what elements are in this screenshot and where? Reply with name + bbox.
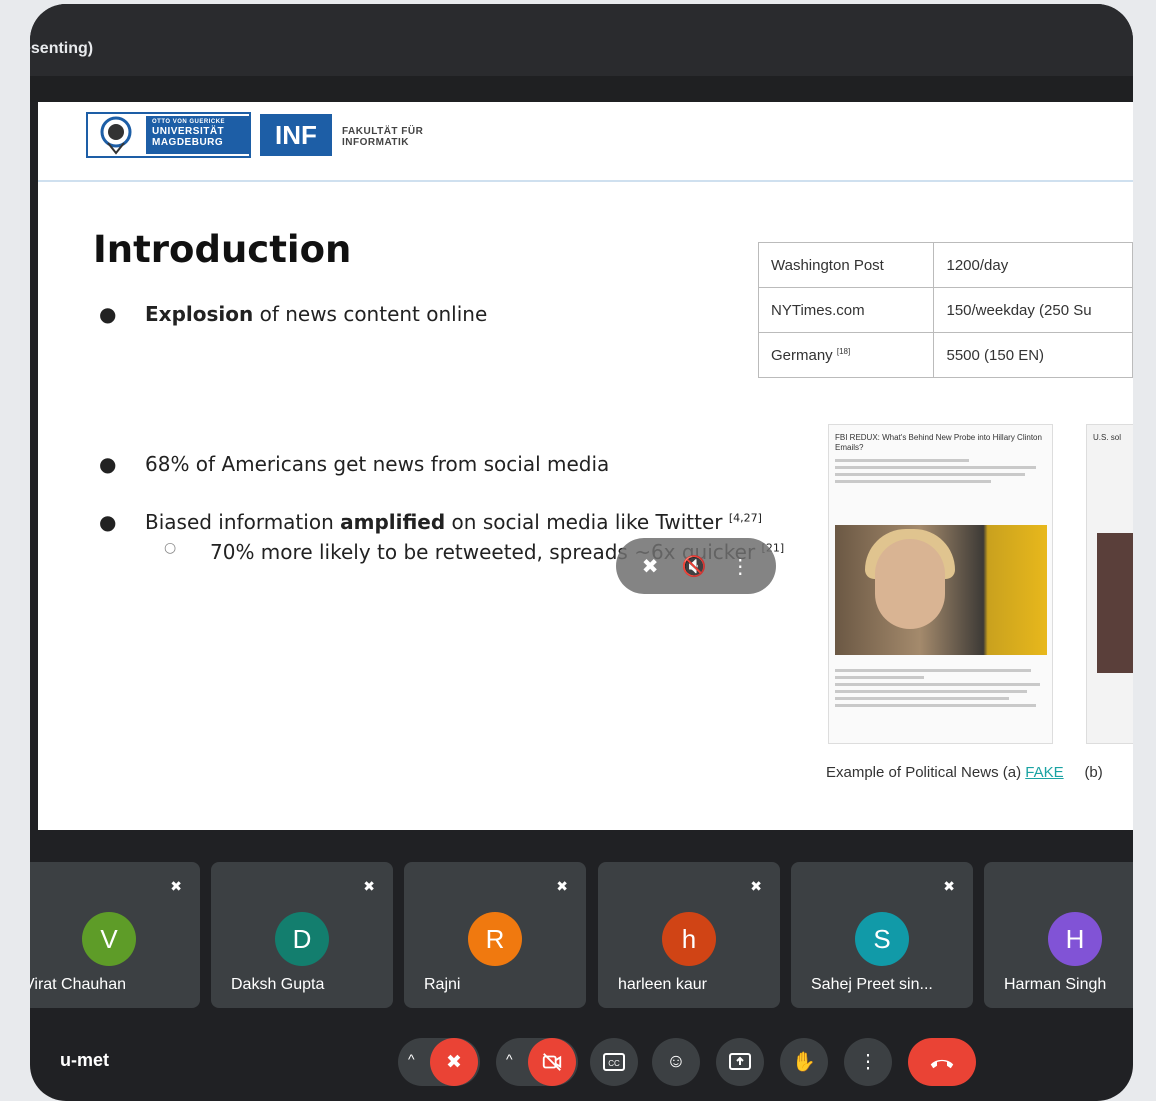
bullet-text: 68% of Americans get news from social me…: [145, 452, 610, 476]
participant-name: Virat Chauhan: [30, 976, 126, 993]
mic-off-icon: ✖: [170, 878, 182, 894]
captions-button[interactable]: CC: [590, 1038, 638, 1086]
avatar: h: [662, 912, 716, 966]
title-divider: [30, 76, 1133, 102]
bullet-text: of news content online: [253, 302, 488, 326]
more-options-icon[interactable]: ⋮: [730, 554, 750, 579]
bullet-text: Biased information: [145, 510, 341, 534]
faculty-line-2: INFORMATIK: [342, 137, 410, 148]
table-row: NYTimes.com 150/weekday (250 Su: [757, 287, 1133, 333]
slide-header: OTTO VON GUERICKE UNIVERSITÄT MAGDEBURG …: [38, 102, 1133, 182]
chevron-up-icon[interactable]: ^: [506, 1051, 513, 1067]
presenting-label: esenting): [30, 40, 94, 57]
bullet-bold: Explosion: [145, 302, 254, 326]
university-top-line: OTTO VON GUERICKE: [152, 119, 226, 125]
news-volume-table: Washington Post 1200/day NYTimes.com 150…: [757, 242, 1133, 378]
bullet-item: ● Explosion of news content online: [99, 302, 488, 326]
article-photo: [835, 525, 1047, 655]
guericke-portrait-icon: [88, 114, 144, 156]
present-icon: [729, 1053, 751, 1070]
participant-name: Sahej Preet sin...: [811, 976, 933, 993]
pin-off-icon[interactable]: ✖: [642, 554, 659, 579]
table-cell: 5500 (150 EN): [933, 332, 1133, 378]
university-logo: OTTO VON GUERICKE UNIVERSITÄT MAGDEBURG: [86, 112, 251, 158]
mic-off-icon: ✖: [446, 1051, 462, 1073]
participant-tile[interactable]: ✖ V Virat Chauhan: [30, 862, 200, 1008]
meeting-code: u-met: [60, 1050, 109, 1070]
captions-icon: CC: [603, 1053, 625, 1071]
article-photo: [1097, 533, 1133, 673]
mic-off-icon: ✖: [943, 878, 955, 894]
faculty-name: FAKULTÄT FÜR INFORMATIK: [342, 126, 442, 148]
fake-link[interactable]: FAKE: [1025, 764, 1063, 781]
university-wordmark: OTTO VON GUERICKE UNIVERSITÄT MAGDEBURG: [146, 116, 249, 154]
present-screen-button[interactable]: [716, 1038, 764, 1086]
table-row: Germany [18] 5500 (150 EN): [757, 332, 1133, 378]
bullet-item: ● Biased information amplified on social…: [99, 510, 762, 534]
leave-call-button[interactable]: [908, 1038, 976, 1086]
participant-tile[interactable]: ✖ R Rajni: [404, 862, 586, 1008]
university-line-1: UNIVERSITÄT: [152, 126, 225, 137]
table-cell: Washington Post: [757, 242, 935, 288]
participant-name: Rajni: [424, 976, 461, 993]
participant-name: Harman Singh: [1004, 976, 1107, 993]
real-news-screenshot: U.S. sol: [1086, 424, 1133, 744]
presentation-slide: OTTO VON GUERICKE UNIVERSITÄT MAGDEBURG …: [38, 102, 1133, 830]
mic-off-icon: ✖: [363, 878, 375, 894]
table-cell: 150/weekday (250 Su: [933, 287, 1133, 333]
hangup-icon: [930, 1059, 954, 1069]
mic-toggle-button[interactable]: ✖: [430, 1038, 478, 1086]
chevron-up-icon[interactable]: ^: [408, 1051, 415, 1067]
bullet-text: on social media like Twitter: [445, 510, 729, 534]
reactions-button[interactable]: ☺: [652, 1038, 700, 1086]
camera-off-icon: [542, 1053, 562, 1071]
more-vert-icon: ⋮: [858, 1051, 878, 1073]
mic-off-icon: ✖: [556, 878, 568, 894]
raise-hand-button[interactable]: ✋: [780, 1038, 828, 1086]
participant-tile[interactable]: ✖ S Sahej Preet sin...: [791, 862, 973, 1008]
meet-window: esenting) OTTO VON GUERICKE UNIVERSITÄT …: [30, 4, 1133, 1101]
table-cell: NYTimes.com: [757, 287, 935, 333]
faculty-logo: INF: [260, 114, 332, 156]
article-headline: U.S. sol: [1093, 433, 1122, 442]
participant-tile[interactable]: ✖ H Harman Singh: [984, 862, 1133, 1008]
table-source: Germany: [771, 346, 837, 364]
participant-name: Daksh Gupta: [231, 976, 325, 993]
more-options-button[interactable]: ⋮: [844, 1038, 892, 1086]
caption-tail: (b): [1084, 764, 1103, 781]
bullet-bold: amplified: [340, 510, 446, 534]
mute-audio-icon[interactable]: 🔇: [682, 554, 707, 579]
avatar: S: [855, 912, 909, 966]
table-row: Washington Post 1200/day: [757, 242, 1133, 288]
presenter-overlay-controls: ✖ 🔇 ⋮: [616, 538, 776, 594]
presenting-title-bar: esenting): [30, 4, 1133, 76]
participant-tile[interactable]: ✖ D Daksh Gupta: [211, 862, 393, 1008]
participant-tile[interactable]: ✖ h harleen kaur: [598, 862, 780, 1008]
avatar: H: [1048, 912, 1102, 966]
fake-news-screenshot: FBI REDUX: What's Behind New Probe into …: [828, 424, 1053, 744]
emoji-icon: ☺: [666, 1051, 686, 1072]
avatar: D: [275, 912, 329, 966]
hand-icon: ✋: [792, 1052, 816, 1073]
caption-text: Example of Political News (a): [826, 764, 1026, 781]
svg-text:CC: CC: [608, 1059, 620, 1068]
bullet-item: ● 68% of Americans get news from social …: [99, 452, 610, 476]
citation: [4,27]: [728, 511, 762, 525]
figure-caption: Example of Political News (a) FAKE (b): [826, 764, 1103, 781]
avatar: R: [468, 912, 522, 966]
university-line-2: MAGDEBURG: [152, 137, 224, 148]
slide-title: Introduction: [93, 228, 352, 271]
citation: [18]: [836, 346, 851, 356]
camera-toggle-button[interactable]: [528, 1038, 576, 1086]
article-headline: FBI REDUX: What's Behind New Probe into …: [835, 433, 1042, 452]
faculty-line-1: FAKULTÄT FÜR: [342, 126, 424, 137]
table-cell: 1200/day: [933, 242, 1133, 288]
mic-off-icon: ✖: [750, 878, 762, 894]
table-cell: Germany [18]: [757, 332, 935, 378]
participant-name: harleen kaur: [618, 976, 707, 993]
avatar: V: [82, 912, 136, 966]
